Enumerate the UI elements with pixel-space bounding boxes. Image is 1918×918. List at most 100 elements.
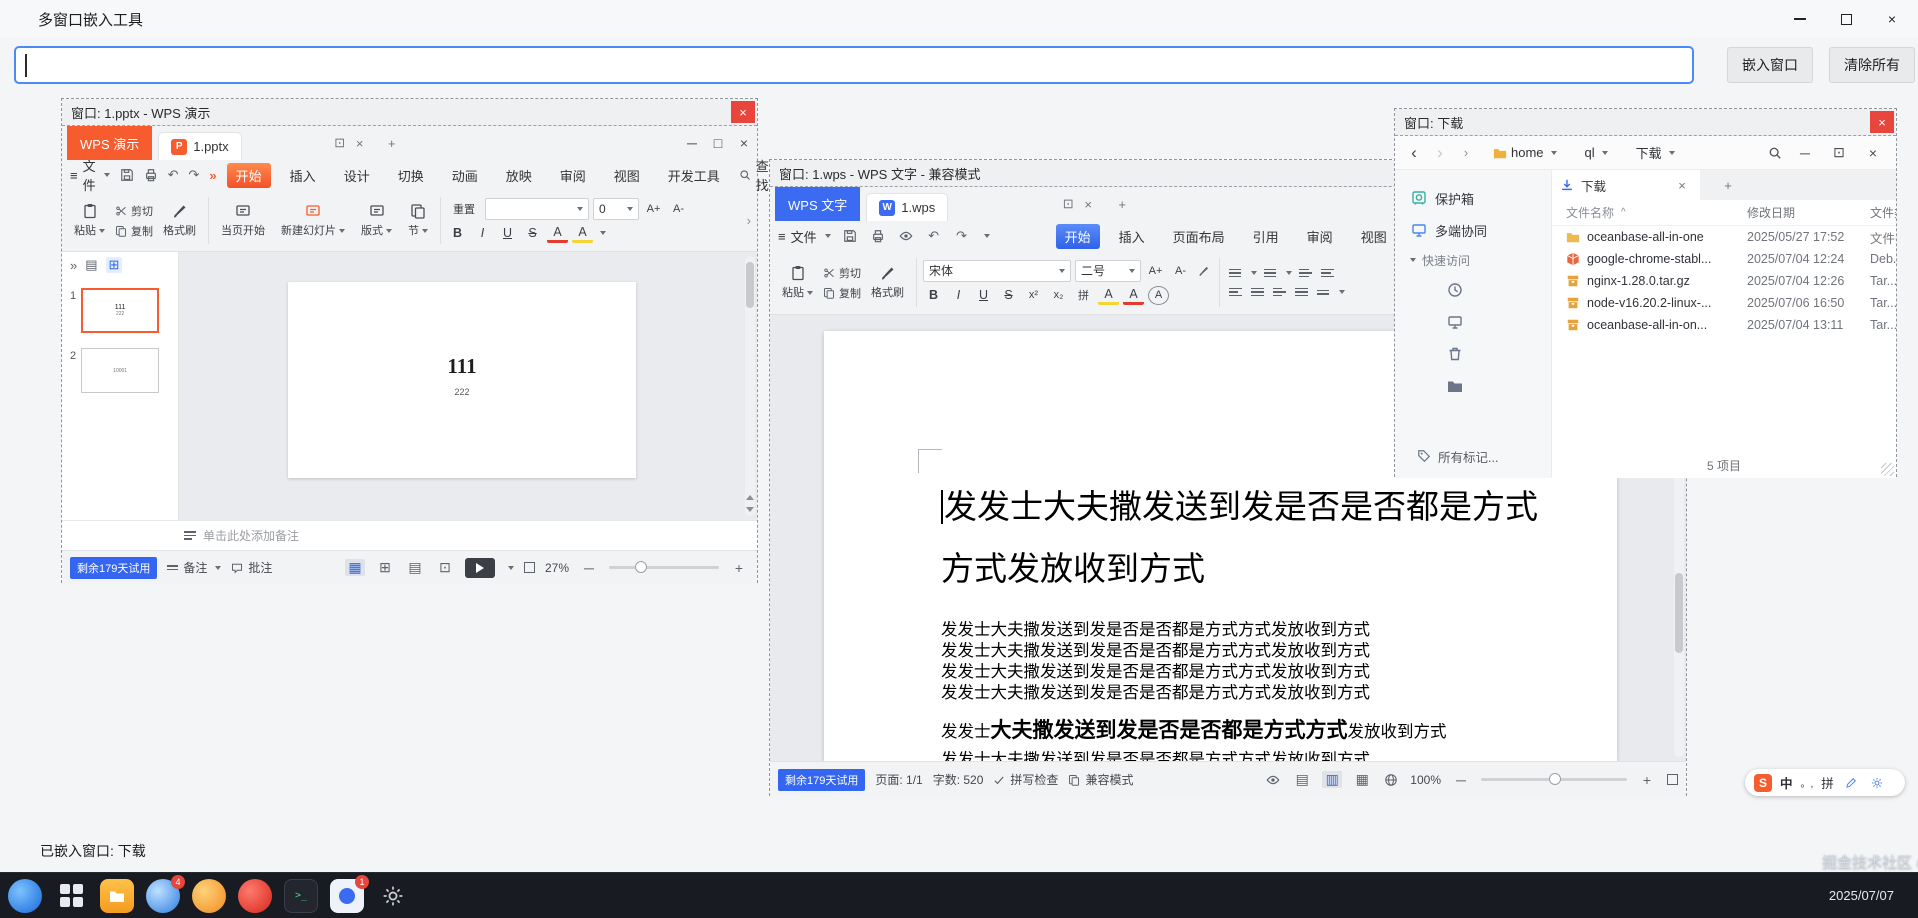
- subscript-button[interactable]: x₂: [1048, 285, 1069, 306]
- presentation-doc-tab[interactable]: P 1.pptx: [158, 132, 241, 160]
- print-icon[interactable]: [869, 228, 887, 244]
- slide-canvas[interactable]: 111 222: [179, 252, 757, 520]
- undo-icon[interactable]: ↶: [168, 167, 179, 183]
- start-button-icon[interactable]: [8, 879, 42, 913]
- file-row[interactable]: oceanbase-all-in-one 2025/05/27 17:52 文件…: [1552, 226, 1896, 248]
- file-manager-icon[interactable]: [100, 879, 134, 913]
- embed-input[interactable]: [14, 46, 1694, 84]
- print-layout-icon[interactable]: ▥: [1322, 771, 1342, 788]
- file-row[interactable]: nginx-1.28.0.tar.gz 2025/07/04 12:26 Tar…: [1552, 270, 1896, 292]
- slide-thumbnail-1[interactable]: 111 222: [81, 288, 159, 333]
- zoom-slider[interactable]: [1481, 778, 1627, 781]
- font-decrease-button[interactable]: A-: [1170, 260, 1191, 281]
- column-date[interactable]: 修改日期: [1747, 204, 1870, 221]
- play-button[interactable]: [465, 558, 495, 578]
- fit-window-icon[interactable]: [524, 562, 535, 573]
- file-row[interactable]: oceanbase-all-in-on... 2025/07/04 13:11 …: [1552, 314, 1896, 336]
- close-tab-icon[interactable]: ×: [1672, 178, 1692, 193]
- underline-button[interactable]: U: [497, 223, 518, 244]
- terminal-icon[interactable]: >_: [284, 879, 318, 913]
- print-preview-icon[interactable]: [897, 228, 915, 244]
- print-icon[interactable]: [144, 167, 158, 183]
- new-tab-button[interactable]: +: [382, 136, 402, 151]
- tab-page-layout[interactable]: 页面布局: [1164, 224, 1234, 249]
- tab-insert[interactable]: 插入: [281, 163, 325, 188]
- wps-office-icon[interactable]: [238, 879, 272, 913]
- sidebar-item-multidevice-sync[interactable]: 多端协同: [1395, 214, 1551, 246]
- page-view-icon[interactable]: ▤: [1292, 771, 1312, 788]
- layout-button[interactable]: 版式: [355, 193, 398, 248]
- breadcrumb-downloads[interactable]: 下载: [1626, 140, 1685, 165]
- downloads-embed-close-button[interactable]: ×: [1870, 111, 1894, 133]
- trial-badge[interactable]: 剩余179天试用: [70, 557, 157, 579]
- wps-maximize-icon[interactable]: □: [705, 135, 731, 151]
- font-size-select[interactable]: 二号: [1075, 260, 1141, 282]
- resize-grip[interactable]: [1881, 463, 1894, 476]
- notes-button[interactable]: 备注: [167, 559, 221, 576]
- file-row[interactable]: node-v16.20.2-linux-... 2025/07/06 16:50…: [1552, 292, 1896, 314]
- doc-restore-icon[interactable]: ⊡: [330, 135, 350, 151]
- app-titlebar[interactable]: 多窗口嵌入工具 ×: [0, 0, 1918, 38]
- presentation-window-titlebar[interactable]: 窗口: 1.pptx - WPS 演示 ×: [62, 99, 757, 126]
- prev-slide-icon[interactable]: [746, 495, 754, 500]
- undo-icon[interactable]: ↶: [925, 228, 943, 244]
- zoom-in-icon[interactable]: +: [1637, 772, 1657, 788]
- launcher-grid-icon[interactable]: [54, 879, 88, 913]
- clear-all-button[interactable]: 清除所有: [1829, 47, 1915, 83]
- ime-pinyin-mode[interactable]: 拼: [1821, 773, 1834, 792]
- format-painter-button[interactable]: 格式刷: [865, 254, 910, 311]
- strikethrough-button[interactable]: S: [998, 285, 1019, 306]
- more-format-caret-icon[interactable]: [600, 231, 606, 235]
- font-decrease-button[interactable]: A-: [668, 198, 689, 219]
- cut-button[interactable]: 剪切: [823, 265, 861, 281]
- compat-mode-button[interactable]: 兼容模式: [1068, 771, 1133, 788]
- file-menu[interactable]: ≡ 文件: [70, 156, 110, 194]
- zoom-level[interactable]: 100%: [1410, 773, 1441, 787]
- tab-insert[interactable]: 插入: [1110, 224, 1154, 249]
- tab-references[interactable]: 引用: [1244, 224, 1288, 249]
- copy-button[interactable]: 复制: [115, 223, 153, 239]
- trial-badge[interactable]: 剩余179天试用: [778, 769, 865, 791]
- wps-writer-app-button[interactable]: WPS 文字: [775, 187, 860, 221]
- comments-button[interactable]: 批注: [231, 559, 272, 576]
- superscript-button[interactable]: x²: [1023, 285, 1044, 306]
- fullscreen-icon[interactable]: [1667, 774, 1678, 785]
- font-color-button[interactable]: A: [1123, 286, 1144, 305]
- redo-icon[interactable]: ↷: [953, 228, 971, 244]
- tab-review[interactable]: 审阅: [1298, 224, 1342, 249]
- highlight-button[interactable]: A: [1098, 286, 1119, 305]
- sidebar-item-trash[interactable]: [1395, 338, 1551, 370]
- slide-sorter-view-icon[interactable]: ⊞: [375, 559, 395, 576]
- zoom-out-icon[interactable]: ─: [579, 560, 599, 576]
- next-slide-icon[interactable]: [746, 507, 754, 512]
- web-layout-icon[interactable]: [1382, 772, 1400, 788]
- tab-view[interactable]: 视图: [1352, 224, 1396, 249]
- paste-button[interactable]: 粘贴: [776, 254, 819, 311]
- char-shading-button[interactable]: A: [1148, 286, 1169, 305]
- tab-review[interactable]: 审阅: [551, 163, 595, 188]
- file-row[interactable]: google-chrome-stabl... 2025/07/04 12:24 …: [1552, 248, 1896, 270]
- reading-view-icon[interactable]: ▤: [405, 559, 425, 576]
- ime-settings-gear-icon[interactable]: [1868, 775, 1886, 791]
- section-button[interactable]: 节: [402, 193, 434, 248]
- search-icon[interactable]: [1766, 145, 1784, 161]
- font-size-select[interactable]: 0: [593, 198, 639, 220]
- tab-design[interactable]: 设计: [335, 163, 379, 188]
- cut-button[interactable]: 剪切: [115, 203, 153, 219]
- play-from-current-button[interactable]: 当页开始: [215, 193, 271, 248]
- eye-protect-icon[interactable]: [1264, 772, 1282, 788]
- tab-view[interactable]: 视图: [605, 163, 649, 188]
- tab-transition[interactable]: 切换: [389, 163, 433, 188]
- line-spacing-icon[interactable]: [1314, 284, 1332, 300]
- taskbar-date[interactable]: 2025/07/07: [1829, 888, 1910, 903]
- settings-gear-icon[interactable]: [376, 879, 410, 913]
- outline-view-icon[interactable]: ▤: [85, 257, 97, 273]
- underline-button[interactable]: U: [973, 285, 994, 306]
- normal-view-icon[interactable]: ▦: [345, 559, 365, 576]
- wps-ime-logo-icon[interactable]: S: [1754, 774, 1772, 792]
- slide[interactable]: 111 222: [288, 282, 636, 478]
- find-button[interactable]: 查找: [739, 156, 769, 194]
- bold-button[interactable]: B: [447, 223, 468, 244]
- slide-thumbnail-2[interactable]: 10001: [81, 348, 159, 393]
- sidebar-item-all-tags[interactable]: 所有标记...: [1395, 442, 1551, 470]
